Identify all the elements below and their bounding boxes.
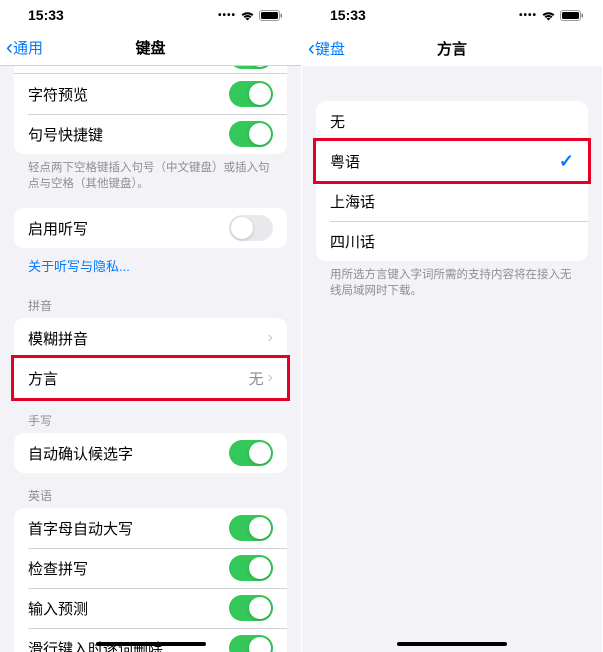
back-button[interactable]: ‹ 键盘	[302, 38, 345, 59]
status-bar: 15:33 ••••	[302, 0, 602, 30]
highlight-box: 方言 无 ›	[11, 355, 290, 401]
back-label: 通用	[13, 37, 43, 58]
status-bar: 15:33 ••••	[0, 0, 301, 30]
row-label: 四川话	[330, 231, 375, 252]
back-button[interactable]: ‹ 通用	[0, 37, 43, 58]
chevron-right-icon: ›	[268, 370, 273, 386]
toggle-auto-confirm[interactable]	[229, 440, 273, 466]
partial-row	[14, 66, 287, 74]
option-shanghainese[interactable]: 上海话	[316, 181, 588, 221]
row-label: 粤语	[330, 151, 360, 172]
settings-group-1: 字符预览 句号快捷键	[14, 74, 287, 154]
toggle-auto-cap[interactable]	[229, 515, 273, 541]
section-header-hand: 手写	[0, 398, 301, 433]
row-fuzzy-pinyin[interactable]: 模糊拼音 ›	[14, 318, 287, 358]
nav-bar: ‹ 通用 键盘	[0, 30, 301, 66]
dictation-privacy-link[interactable]: 关于听写与隐私...	[0, 248, 301, 283]
status-time: 15:33	[28, 7, 64, 23]
settings-group-3: 模糊拼音 › 方言 无 ›	[14, 318, 287, 401]
right-screen: 15:33 •••• ‹ 键盘 方言 无 粤语 ✓	[301, 0, 602, 652]
row-label: 方言	[28, 368, 58, 389]
row-value: 无	[249, 368, 264, 389]
toggle-slide-delete[interactable]	[229, 635, 273, 652]
row-auto-confirm[interactable]: 自动确认候选字	[14, 433, 287, 473]
settings-group-2: 启用听写	[14, 208, 287, 248]
nav-title: 键盘	[135, 37, 165, 58]
toggle-char-preview[interactable]	[229, 81, 273, 107]
row-period-shortcut[interactable]: 句号快捷键	[14, 114, 287, 154]
battery-icon	[259, 10, 283, 21]
home-indicator[interactable]	[397, 642, 507, 646]
group-footer: 用所选方言键入字词所需的支持内容将在接入无线局域网时下载。	[302, 261, 602, 305]
nav-title: 方言	[437, 38, 467, 59]
section-header-pinyin: 拼音	[0, 283, 301, 318]
row-label: 启用听写	[28, 218, 88, 239]
settings-group-4: 自动确认候选字	[14, 433, 287, 473]
row-label: 句号快捷键	[28, 124, 103, 145]
back-label: 键盘	[315, 38, 345, 59]
row-label: 输入预测	[28, 598, 88, 619]
row-slide-delete[interactable]: 滑行键入时逐词删除	[14, 628, 287, 652]
row-check-spelling[interactable]: 检查拼写	[14, 548, 287, 588]
row-predictive[interactable]: 输入预测	[14, 588, 287, 628]
row-label: 无	[330, 111, 345, 132]
option-sichuanese[interactable]: 四川话	[316, 221, 588, 261]
row-auto-cap[interactable]: 首字母自动大写	[14, 508, 287, 548]
battery-icon	[560, 10, 584, 21]
highlight-box: 粤语 ✓	[313, 138, 591, 184]
section-header-english: 英语	[0, 473, 301, 508]
group-footer: 轻点两下空格键插入句号（中文键盘）或插入句点与空格（其他键盘）。	[0, 154, 301, 198]
toggle-on-partial[interactable]	[229, 66, 273, 69]
row-dialect[interactable]: 方言 无 ›	[14, 358, 287, 398]
row-label: 模糊拼音	[28, 328, 88, 349]
status-time: 15:33	[330, 7, 366, 23]
toggle-dictation[interactable]	[229, 215, 273, 241]
checkmark-icon: ✓	[559, 151, 574, 172]
settings-group-5: 首字母自动大写 检查拼写 输入预测 滑行键入时逐词删除	[14, 508, 287, 652]
signal-icon: ••••	[519, 10, 537, 21]
wifi-icon	[240, 10, 255, 21]
option-none[interactable]: 无	[316, 101, 588, 141]
wifi-icon	[541, 10, 556, 21]
status-icons: ••••	[218, 10, 283, 21]
chevron-left-icon: ‹	[308, 38, 315, 59]
row-label: 自动确认候选字	[28, 443, 133, 464]
left-screen: 15:33 •••• ‹ 通用 键盘 字符预览 句号	[0, 0, 301, 652]
nav-bar: ‹ 键盘 方言	[302, 30, 602, 66]
content: 无 粤语 ✓ 上海话 四川话 用所选方言键入字词所需的支持内容将在接入无线局域网…	[302, 66, 602, 652]
row-label: 上海话	[330, 191, 375, 212]
chevron-left-icon: ‹	[6, 37, 13, 58]
option-cantonese[interactable]: 粤语 ✓	[316, 141, 588, 181]
row-char-preview[interactable]: 字符预览	[14, 74, 287, 114]
status-icons: ••••	[519, 10, 584, 21]
toggle-predictive[interactable]	[229, 595, 273, 621]
row-label: 字符预览	[28, 84, 88, 105]
dialect-options-group: 无 粤语 ✓ 上海话 四川话	[316, 101, 588, 261]
content: 字符预览 句号快捷键 轻点两下空格键插入句号（中文键盘）或插入句点与空格（其他键…	[0, 66, 301, 652]
toggle-period-shortcut[interactable]	[229, 121, 273, 147]
signal-icon: ••••	[218, 10, 236, 21]
row-label: 检查拼写	[28, 558, 88, 579]
row-enable-dictation[interactable]: 启用听写	[14, 208, 287, 248]
toggle-check-spelling[interactable]	[229, 555, 273, 581]
home-indicator[interactable]	[96, 642, 206, 646]
row-label: 首字母自动大写	[28, 518, 133, 539]
chevron-right-icon: ›	[268, 330, 273, 346]
